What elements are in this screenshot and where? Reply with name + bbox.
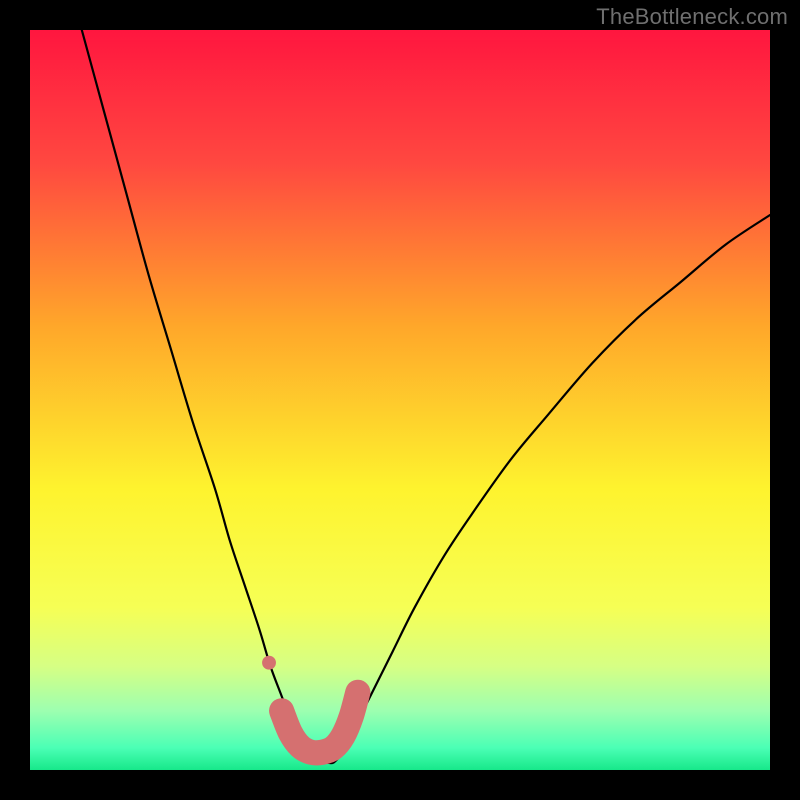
right-curve (341, 215, 770, 755)
watermark-text: TheBottleneck.com (596, 4, 788, 30)
chart-canvas (30, 30, 770, 770)
plot-area (30, 30, 770, 770)
outlier-marker (262, 656, 276, 670)
stage: TheBottleneck.com (0, 0, 800, 800)
trough-marker-path (282, 692, 358, 753)
left-curve (82, 30, 304, 755)
